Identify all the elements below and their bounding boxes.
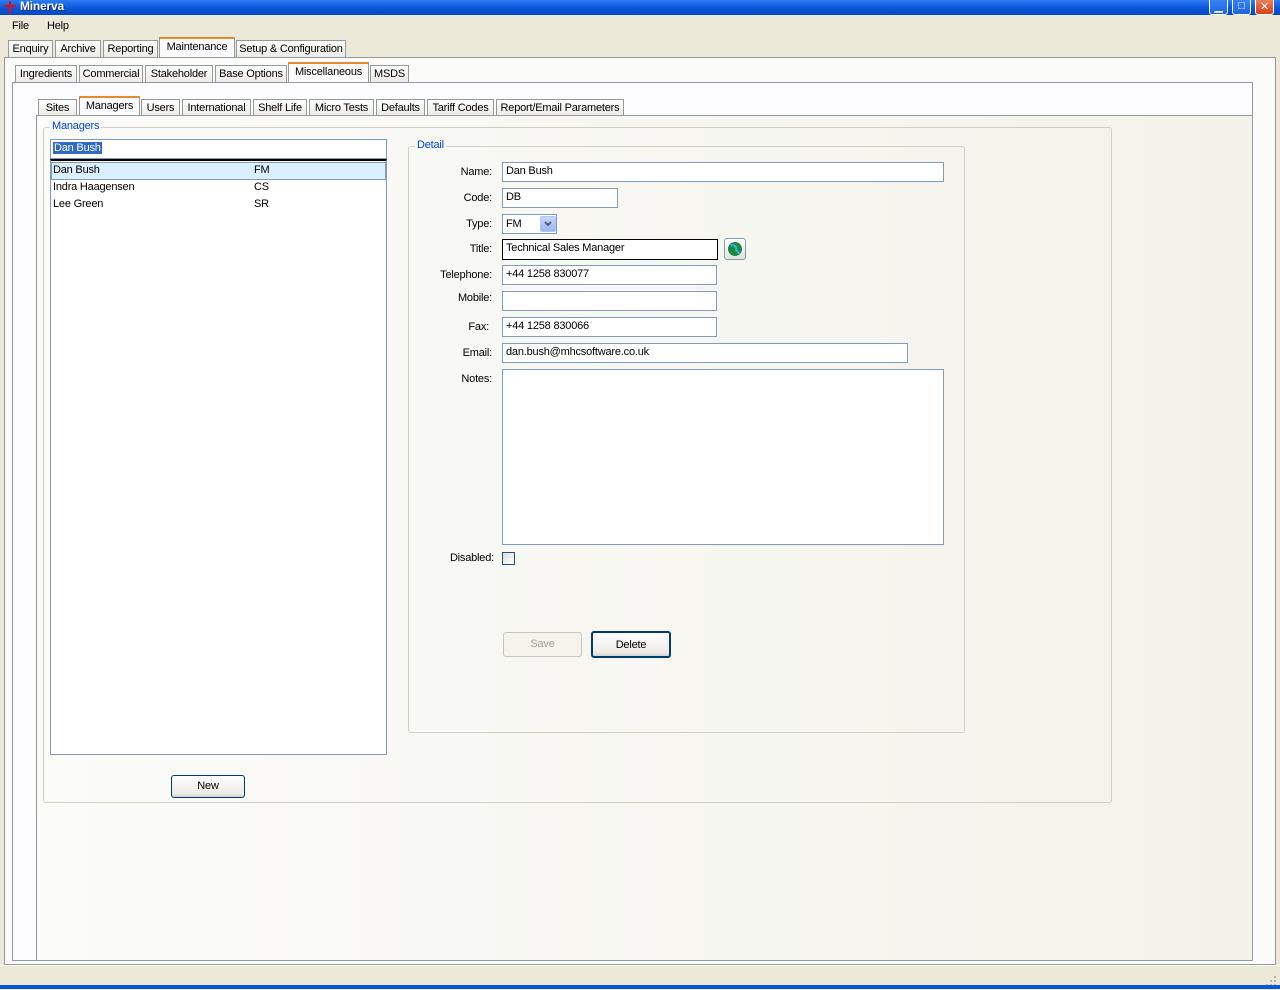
title-label: Title: bbox=[469, 243, 492, 255]
manager-name: Dan Bush bbox=[53, 164, 100, 176]
tab-reporting[interactable]: Reporting bbox=[103, 40, 158, 57]
fax-label: Fax: bbox=[468, 321, 489, 333]
list-item[interactable]: Lee Green SR bbox=[52, 197, 385, 213]
window-title: Minerva bbox=[20, 0, 64, 13]
email-field[interactable]: dan.bush@mhcsoftware.co.uk bbox=[502, 343, 908, 363]
manager-search-value: Dan Bush bbox=[53, 142, 102, 154]
mobile-label: Mobile: bbox=[457, 292, 492, 304]
type-select[interactable]: FM bbox=[502, 214, 557, 234]
manager-name: Indra Haagensen bbox=[53, 181, 135, 193]
tab-shelf-life[interactable]: Shelf Life bbox=[253, 99, 307, 116]
detail-group-caption: Detail bbox=[415, 139, 446, 151]
tab-commercial[interactable]: Commercial bbox=[79, 65, 143, 82]
maximize-button[interactable]: □ bbox=[1232, 0, 1251, 15]
new-button[interactable]: New bbox=[171, 775, 245, 798]
minimize-icon: ▁ bbox=[1214, 1, 1223, 13]
tab-ingredients[interactable]: Ingredients bbox=[15, 65, 77, 82]
translate-button[interactable] bbox=[724, 238, 746, 260]
telephone-field[interactable]: +44 1258 830077 bbox=[502, 265, 717, 285]
save-button[interactable]: Save bbox=[503, 632, 582, 657]
window-bottom-border bbox=[0, 985, 1280, 989]
chevron-down-icon[interactable] bbox=[540, 216, 556, 232]
close-button[interactable]: ✕ bbox=[1255, 0, 1274, 15]
name-label: Name: bbox=[460, 166, 493, 178]
notes-label: Notes: bbox=[461, 373, 492, 385]
manager-type: SR bbox=[254, 198, 269, 210]
name-field[interactable]: Dan Bush bbox=[502, 162, 944, 182]
mobile-field[interactable] bbox=[502, 291, 717, 311]
tab-sites[interactable]: Sites bbox=[38, 99, 77, 116]
disabled-checkbox[interactable] bbox=[502, 552, 515, 565]
code-field[interactable]: DB bbox=[502, 188, 618, 208]
minimize-button[interactable]: ▁ bbox=[1209, 0, 1228, 15]
delete-button[interactable]: Delete bbox=[591, 631, 671, 658]
managers-group-caption: Managers bbox=[50, 120, 102, 132]
tab-international[interactable]: International bbox=[182, 99, 251, 116]
tab-miscellaneous[interactable]: Miscellaneous bbox=[288, 62, 369, 82]
managers-list[interactable]: Dan Bush FM Indra Haagensen CS Lee Green… bbox=[50, 159, 387, 755]
list-item[interactable]: Dan Bush FM bbox=[51, 162, 386, 180]
notes-textarea[interactable] bbox=[502, 369, 944, 545]
list-item[interactable]: Indra Haagensen CS bbox=[52, 180, 385, 196]
disabled-label: Disabled: bbox=[449, 552, 494, 564]
tab-archive[interactable]: Archive bbox=[55, 40, 101, 57]
maximize-icon: □ bbox=[1238, 0, 1245, 12]
menu-bar: File Help bbox=[0, 15, 1280, 37]
close-icon: ✕ bbox=[1259, 1, 1270, 13]
fax-field[interactable]: +44 1258 830066 bbox=[502, 317, 717, 337]
tab-tariff-codes[interactable]: Tariff Codes bbox=[427, 99, 494, 116]
code-label: Code: bbox=[463, 192, 493, 204]
manager-type: CS bbox=[254, 181, 269, 193]
tab-managers[interactable]: Managers bbox=[79, 96, 140, 116]
manager-name: Lee Green bbox=[53, 198, 104, 210]
menu-file[interactable]: File bbox=[12, 20, 29, 32]
title-bar: Minerva ▁ □ ✕ bbox=[0, 0, 1280, 15]
tab-stakeholder[interactable]: Stakeholder bbox=[145, 65, 213, 82]
tab-enquiry[interactable]: Enquiry bbox=[8, 40, 53, 57]
app-logo-icon bbox=[4, 1, 16, 14]
type-select-value: FM bbox=[506, 218, 522, 230]
title-field[interactable]: Technical Sales Manager bbox=[502, 239, 718, 260]
email-label: Email: bbox=[462, 347, 493, 359]
globe-icon bbox=[728, 242, 742, 256]
tab-msds[interactable]: MSDS bbox=[370, 65, 409, 82]
tab-users[interactable]: Users bbox=[141, 99, 180, 116]
telephone-label: Telephone: bbox=[440, 269, 492, 281]
type-label: Type: bbox=[466, 218, 492, 230]
tab-maintenance[interactable]: Maintenance bbox=[159, 37, 235, 57]
tab-report-email-parameters[interactable]: Report/Email Parameters bbox=[496, 99, 624, 116]
manager-type: FM bbox=[254, 164, 270, 176]
tab-setup-configuration[interactable]: Setup & Configuration bbox=[236, 40, 346, 57]
menu-help[interactable]: Help bbox=[47, 20, 69, 32]
manager-search-input[interactable]: Dan Bush bbox=[50, 139, 387, 159]
tab-micro-tests[interactable]: Micro Tests bbox=[309, 99, 374, 116]
tab-base-options[interactable]: Base Options bbox=[215, 65, 287, 82]
tab-defaults[interactable]: Defaults bbox=[376, 99, 425, 116]
